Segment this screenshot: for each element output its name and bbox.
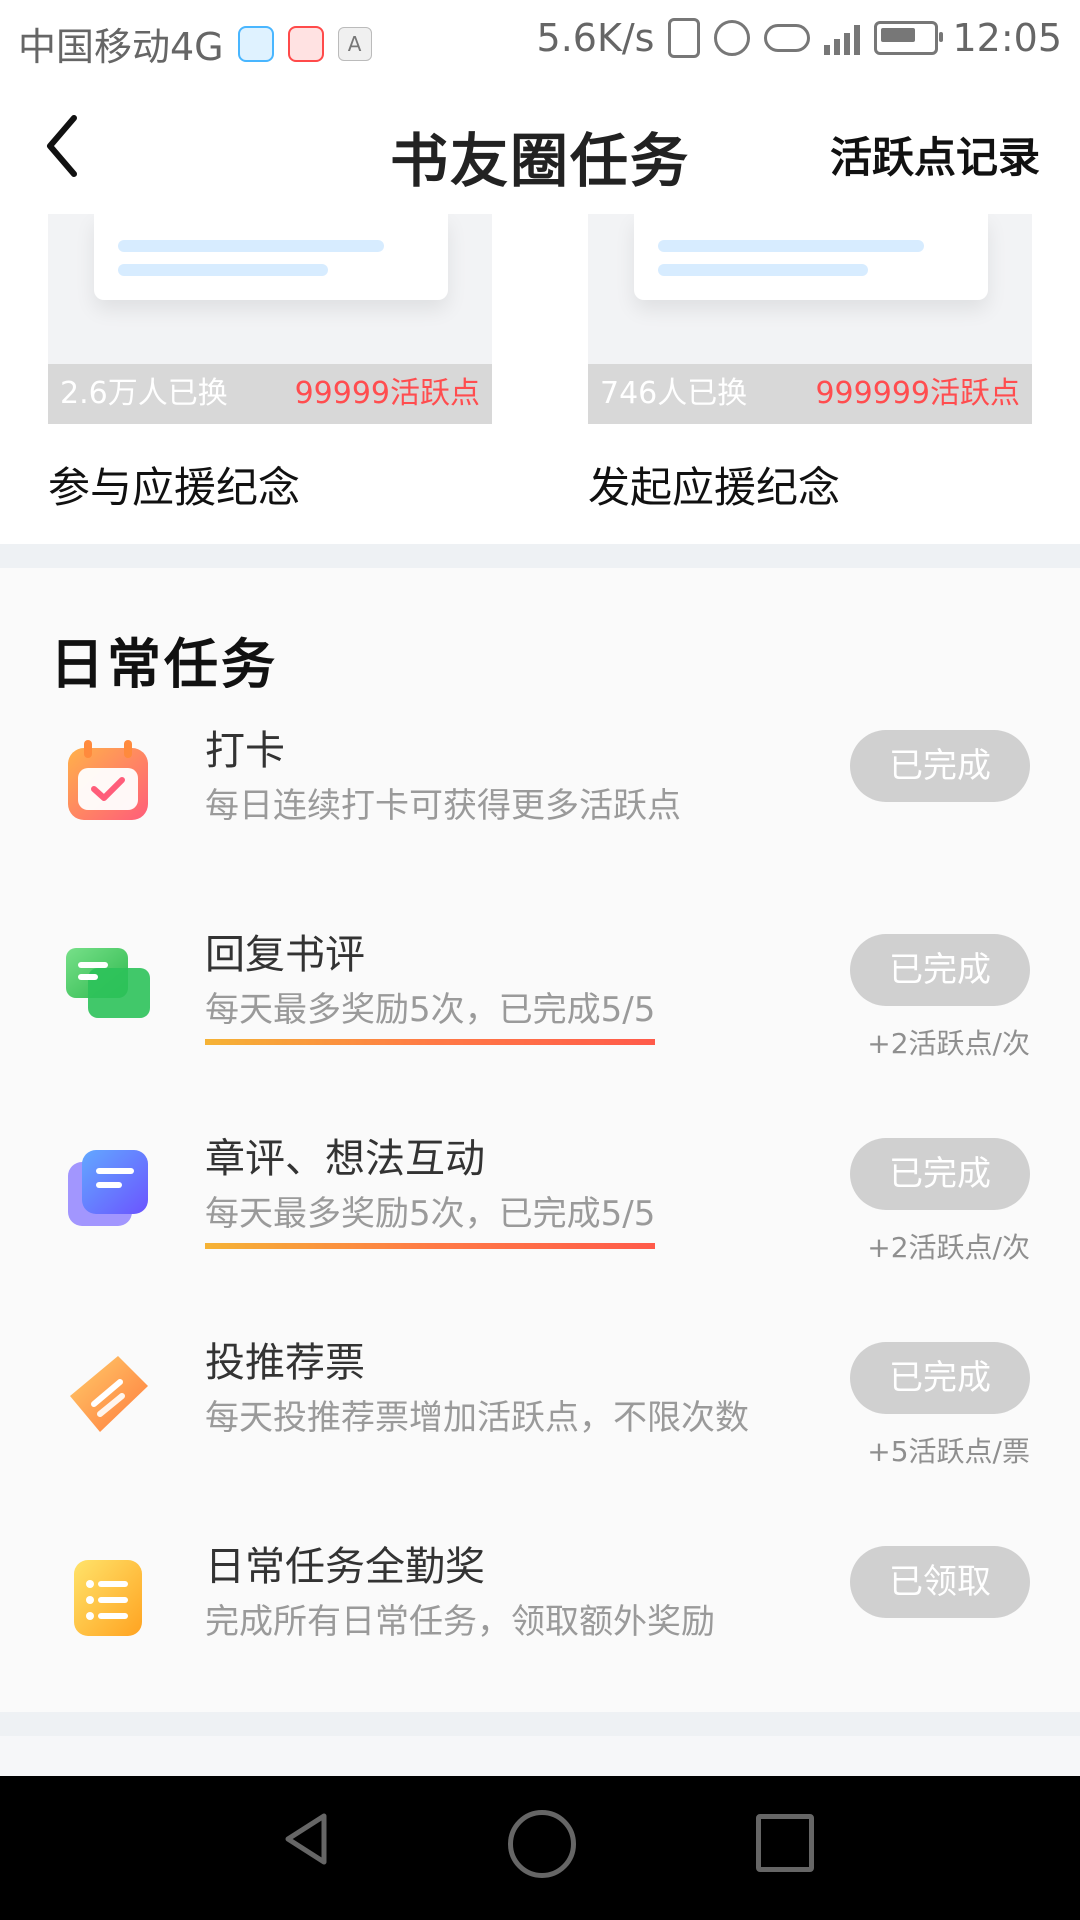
- daily-tasks-section: 日常任务 打卡 每日连续打卡可获得更多活跃点 已完成 回复书评 每天最多奖励5次: [0, 568, 1080, 1712]
- chat-bubbles-icon: [60, 938, 156, 1034]
- status-right: 5.6K/s 12:05: [537, 16, 1062, 60]
- card-illustration-line: [658, 264, 868, 276]
- task-title: 投推荐票: [205, 1340, 365, 1386]
- back-triangle-icon[interactable]: [278, 1810, 334, 1868]
- browser-icon: [237, 25, 274, 62]
- task-row: 投推荐票 每天投推荐票增加活跃点，不限次数 已完成 +5活跃点/票: [0, 1300, 1080, 1505]
- points-cost: 999999活跃点: [815, 376, 1020, 411]
- top-nav: 书友圈任务 活跃点记录: [0, 78, 1080, 214]
- reward-text: +2活跃点/次: [867, 1027, 1030, 1060]
- task-description: 每天最多奖励5次，已完成5/5: [205, 1186, 656, 1249]
- completed-button[interactable]: 已完成: [850, 934, 1030, 1006]
- section-divider: [0, 1712, 1080, 1736]
- system-navigation-bar: [0, 1776, 1080, 1920]
- carrier-text: 中国移动4G: [18, 25, 224, 69]
- task-description: 每天投推荐票增加活跃点，不限次数: [205, 1398, 749, 1438]
- vibrate-icon: [668, 18, 701, 58]
- task-title: 章评、想法互动: [205, 1136, 485, 1182]
- card-illustration-line: [658, 240, 924, 252]
- activity-record-link[interactable]: 活跃点记录: [830, 124, 1040, 185]
- reward-cards: 2.6万人已换 99999活跃点 参与应援纪念 746人已换 999999活跃点…: [0, 214, 1080, 544]
- notes-icon: [60, 1142, 156, 1238]
- claimed-button[interactable]: 已领取: [850, 1546, 1030, 1618]
- a-icon: A: [337, 26, 372, 61]
- ticket-icon: [60, 1346, 156, 1442]
- task-row: 回复书评 每天最多奖励5次，已完成5/5 已完成 +2活跃点/次: [0, 892, 1080, 1097]
- card-illustration: [94, 214, 448, 300]
- time-text: 12:05: [952, 16, 1062, 60]
- task-description: 完成所有日常任务，领取额外奖励: [205, 1602, 715, 1642]
- points-cost: 99999活跃点: [294, 376, 480, 411]
- battery-icon: [874, 21, 944, 55]
- card-caption: 参与应援纪念: [48, 463, 301, 512]
- status-bar: 中国移动4G A 5.6K/s 12:05: [0, 0, 1080, 78]
- card-illustration-line: [118, 264, 328, 276]
- status-left: 中国移动4G A: [18, 16, 372, 71]
- exchange-count: 746人已换: [600, 376, 748, 411]
- task-title: 回复书评: [205, 932, 365, 978]
- task-title: 日常任务全勤奖: [205, 1544, 485, 1590]
- card-caption: 发起应援纪念: [588, 463, 841, 512]
- section-divider: [0, 544, 1080, 568]
- card-illustration-line: [118, 240, 384, 252]
- exchange-count: 2.6万人已换: [60, 376, 228, 411]
- task-title: 打卡: [205, 728, 285, 774]
- task-row: 日常任务全勤奖 完成所有日常任务，领取额外奖励 已领取: [0, 1504, 1080, 1708]
- net-speed-text: 5.6K/s: [536, 16, 655, 60]
- recent-apps-square-icon[interactable]: [756, 1814, 814, 1872]
- completed-button[interactable]: 已完成: [850, 1342, 1030, 1414]
- reward-text: +2活跃点/次: [867, 1231, 1030, 1264]
- eye-icon: [764, 24, 811, 52]
- alarm-icon: [714, 20, 751, 56]
- completed-button[interactable]: 已完成: [850, 1138, 1030, 1210]
- qq-icon: [287, 25, 324, 62]
- completed-button[interactable]: 已完成: [850, 730, 1030, 802]
- card-illustration: [634, 214, 988, 300]
- task-row: 章评、想法互动 每天最多奖励5次，已完成5/5 已完成 +2活跃点/次: [0, 1096, 1080, 1301]
- reward-text: +5活跃点/票: [867, 1435, 1030, 1468]
- task-description: 每日连续打卡可获得更多活跃点: [205, 786, 681, 826]
- list-icon: [60, 1550, 156, 1646]
- task-description: 每天最多奖励5次，已完成5/5: [205, 982, 656, 1045]
- home-circle-icon[interactable]: [508, 1810, 576, 1878]
- task-row: 打卡 每日连续打卡可获得更多活跃点 已完成: [0, 688, 1080, 893]
- reward-card[interactable]: 746人已换 999999活跃点: [588, 214, 1032, 424]
- reward-card[interactable]: 2.6万人已换 99999活跃点: [48, 214, 492, 424]
- calendar-check-icon: [60, 734, 156, 830]
- signal-icon: [824, 21, 861, 55]
